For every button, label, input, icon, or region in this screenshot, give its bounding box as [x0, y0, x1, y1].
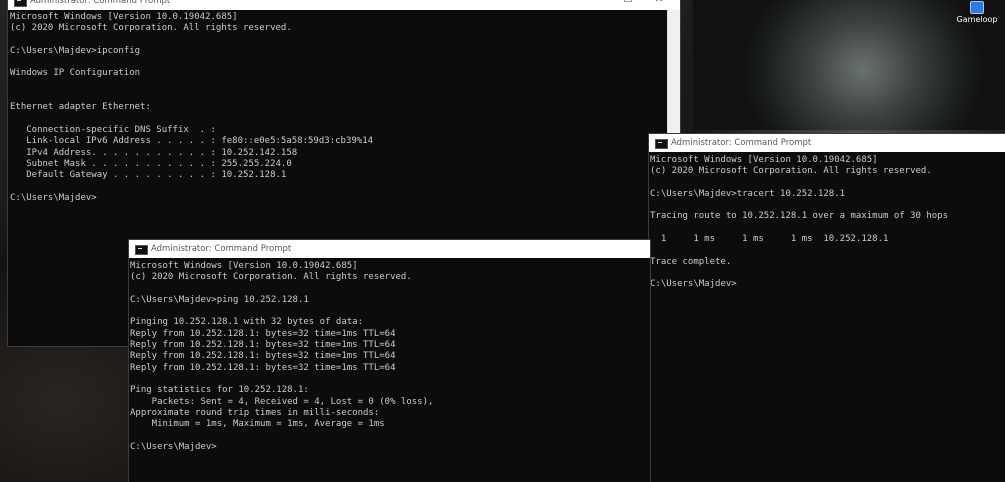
console-line: Connection-specific DNS Suffix . :: [10, 124, 216, 135]
window-title: Administrator: Command Prompt: [671, 138, 812, 148]
console-prompt: C:\Users\Majdev>: [650, 279, 737, 290]
cmd-window-ping[interactable]: Administrator: Command Prompt Microsoft …: [129, 240, 650, 482]
console-prompt: C:\Users\Majdev>: [130, 441, 217, 452]
console-line: Microsoft Windows [Version 10.0.19042.68…: [130, 261, 358, 271]
console-line: Packets: Sent = 4, Received = 4, Lost = …: [130, 396, 434, 407]
window-title: Administrator: Command Prompt: [151, 244, 292, 254]
console-line: C:\Users\Majdev>ping 10.252.128.1: [130, 294, 309, 305]
console-line: Subnet Mask . . . . . . . . . . . : 255.…: [10, 158, 292, 169]
console-line: Reply from 10.252.128.1: bytes=32 time=1…: [130, 351, 396, 362]
cmd-window-tracert[interactable]: Administrator: Command Prompt Microsoft …: [649, 134, 1005, 482]
desktop-icon-label: Gameloop: [956, 15, 998, 24]
cmd-icon: [135, 245, 148, 255]
console-line: Microsoft Windows [Version 10.0.19042.68…: [650, 155, 878, 165]
console-prompt: C:\Users\Majdev>: [10, 192, 97, 203]
console-line: 1 1 ms 1 ms 1 ms 10.252.128.1: [650, 234, 889, 245]
close-button[interactable]: ✕: [645, 0, 673, 10]
console-line: Pinging 10.252.128.1 with 32 bytes of da…: [130, 317, 363, 328]
console-line: Ethernet adapter Ethernet:: [10, 102, 151, 113]
gameloop-icon: [970, 1, 984, 14]
maximize-button[interactable]: ☐: [614, 0, 642, 10]
cmd-icon: [655, 139, 668, 149]
console-line: (c) 2020 Microsoft Corporation. All righ…: [650, 166, 932, 177]
console-line: C:\Users\Majdev>tracert 10.252.128.1: [650, 188, 846, 199]
console-output[interactable]: Microsoft Windows [Version 10.0.19042.68…: [10, 12, 680, 204]
console-line: Default Gateway . . . . . . . . . : 10.2…: [10, 170, 287, 181]
console-line: Trace complete.: [650, 256, 732, 267]
minimize-button[interactable]: —: [584, 0, 612, 10]
console-line: Reply from 10.252.128.1: bytes=32 time=1…: [130, 340, 396, 351]
console-line: Link-local IPv6 Address . . . . . : fe80…: [10, 136, 374, 147]
console-line: Microsoft Windows [Version 10.0.19042.68…: [10, 12, 238, 22]
console-line: Reply from 10.252.128.1: bytes=32 time=1…: [130, 362, 396, 373]
console-line: Ping statistics for 10.252.128.1:: [130, 385, 309, 396]
console-output[interactable]: Microsoft Windows [Version 10.0.19042.68…: [130, 261, 650, 453]
console-line: (c) 2020 Microsoft Corporation. All righ…: [10, 23, 292, 34]
console-line: Windows IP Configuration: [10, 68, 141, 79]
console-line: C:\Users\Majdev>ipconfig: [10, 45, 141, 56]
title-bar[interactable]: Administrator: Command Prompt: [649, 134, 1005, 152]
cmd-icon: [14, 0, 27, 7]
console-line: Tracing route to 10.252.128.1 over a max…: [650, 211, 949, 222]
title-bar[interactable]: Administrator: Command Prompt — ☐ ✕: [8, 0, 680, 10]
window-title: Administrator: Command Prompt: [30, 0, 171, 6]
console-line: IPv4 Address. . . . . . . . . . . : 10.2…: [10, 147, 298, 158]
console-line: (c) 2020 Microsoft Corporation. All righ…: [130, 272, 412, 283]
console-line: Reply from 10.252.128.1: bytes=32 time=1…: [130, 328, 396, 339]
console-line: Approximate round trip times in milli-se…: [130, 407, 380, 418]
desktop-icon-gameloop[interactable]: Gameloop: [952, 0, 1002, 26]
console-line: Minimum = 1ms, Maximum = 1ms, Average = …: [130, 419, 385, 430]
console-output[interactable]: Microsoft Windows [Version 10.0.19042.68…: [650, 155, 1005, 291]
title-bar[interactable]: Administrator: Command Prompt: [129, 240, 650, 258]
